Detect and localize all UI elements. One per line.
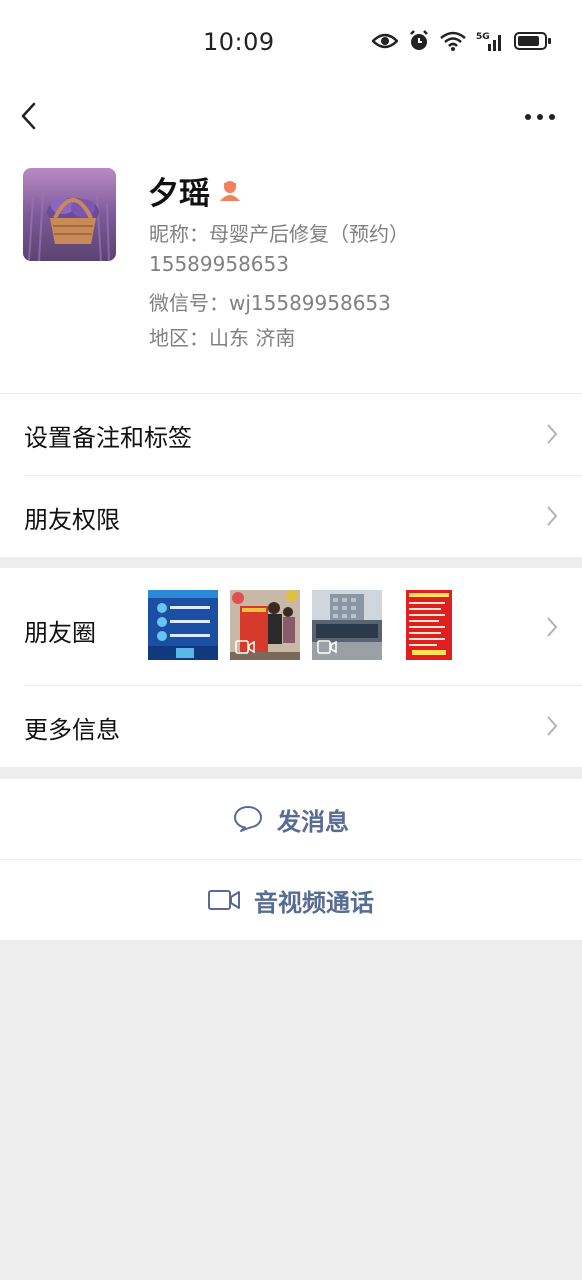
person-female-icon xyxy=(220,180,240,201)
phone-text: 15589958653 xyxy=(149,252,289,276)
moments-label: 朋友圈 xyxy=(24,619,96,647)
video-call-button[interactable]: 音视频通话 xyxy=(0,860,582,940)
profile-card: 夕瑶 昵称：母婴产后修复（预约） 15589958653 微信号：wj15589… xyxy=(0,146,582,394)
actions-section: 发消息 音视频通话 xyxy=(0,779,582,940)
moments-section: 朋友圈 更多信息 xyxy=(0,568,582,767)
status-time: 10:09 xyxy=(203,28,275,56)
chevron-right-icon xyxy=(547,716,558,736)
moment-thumbnail xyxy=(394,590,464,660)
wifi-icon xyxy=(440,31,466,51)
status-bar: 10:09 5G xyxy=(0,0,582,86)
chat-bubble-icon xyxy=(234,806,262,832)
more-info-label: 更多信息 xyxy=(24,716,120,744)
wechat-id-text: 微信号：wj15589958653 xyxy=(149,291,391,315)
friend-permission-label: 朋友权限 xyxy=(24,506,120,534)
send-message-label: 发消息 xyxy=(277,807,349,836)
video-icon xyxy=(317,640,337,654)
chevron-right-icon xyxy=(547,424,558,444)
top-bar xyxy=(0,86,582,146)
video-icon xyxy=(235,640,255,654)
region-text: 地区：山东 济南 xyxy=(149,326,296,350)
svg-text:5G: 5G xyxy=(476,32,490,42)
video-call-label: 音视频通话 xyxy=(254,888,374,917)
moments-thumbnails xyxy=(148,590,464,660)
signal-5g-icon: 5G xyxy=(476,32,501,51)
name-row: 夕瑶 xyxy=(148,168,242,213)
avatar-lavender-basket-image xyxy=(23,168,116,261)
red-poster-image xyxy=(394,590,464,660)
friend-permission-row[interactable]: 朋友权限 xyxy=(24,476,582,557)
moment-thumbnail xyxy=(312,590,382,660)
moment-thumbnail xyxy=(148,590,218,660)
blue-poster-image xyxy=(148,590,218,660)
status-icons: 5G xyxy=(372,30,552,52)
remark-tags-row[interactable]: 设置备注和标签 xyxy=(24,394,582,476)
alarm-icon xyxy=(410,30,428,50)
more-button[interactable] xyxy=(520,102,560,132)
moments-row[interactable]: 朋友圈 xyxy=(24,568,582,686)
contact-name: 夕瑶 xyxy=(148,176,210,212)
eye-icon xyxy=(372,33,398,49)
more-info-row[interactable]: 更多信息 xyxy=(24,686,582,767)
back-button[interactable] xyxy=(14,94,46,138)
battery-icon xyxy=(514,32,551,50)
send-message-button[interactable]: 发消息 xyxy=(0,779,582,860)
video-camera-icon xyxy=(208,890,240,910)
nickname-text: 昵称：母婴产后修复（预约） xyxy=(149,222,409,246)
moment-thumbnail xyxy=(230,590,300,660)
remark-tags-label: 设置备注和标签 xyxy=(24,424,192,452)
chevron-left-icon xyxy=(21,102,36,130)
chevron-right-icon xyxy=(547,506,558,526)
chevron-right-icon xyxy=(547,617,558,637)
more-dots-icon xyxy=(525,114,555,120)
settings-section: 设置备注和标签 朋友权限 xyxy=(0,393,582,557)
avatar[interactable] xyxy=(23,168,116,261)
